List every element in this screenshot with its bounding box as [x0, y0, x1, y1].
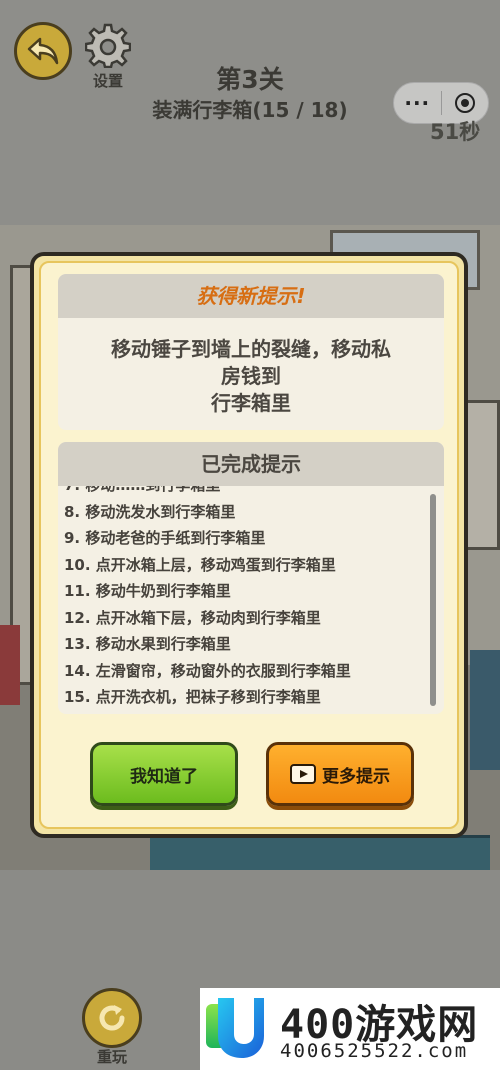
list-item: 7. 移动……到行李箱里: [58, 486, 426, 499]
settings-label: 设置: [92, 72, 123, 90]
more-dots-icon[interactable]: ···: [394, 91, 441, 115]
restart-icon: [99, 1005, 125, 1031]
list-item: 13. 移动水果到行李箱里: [64, 635, 231, 653]
restart-button[interactable]: 重玩: [80, 988, 144, 1067]
got-it-button[interactable]: 我知道了: [90, 742, 238, 806]
completed-hints-title: 已完成提示: [58, 442, 444, 486]
video-icon: [290, 764, 316, 784]
target-icon: [454, 93, 475, 113]
new-hint-text: 移动锤子到墙上的裂缝，移动私 房钱到 行李箱里: [58, 318, 444, 417]
list-item: 12. 点开冰箱下层，移动肉到行李箱里: [64, 608, 321, 627]
level-objective: 装满行李箱(15 / 18): [152, 98, 348, 122]
list-scrollbar[interactable]: [430, 494, 436, 706]
countdown-timer: 51秒: [430, 120, 481, 144]
hint-dialog: 获得新提示! 移动锤子到墙上的裂缝，移动私 房钱到 行李箱里 已完成提示 7. …: [30, 252, 468, 838]
restart-label: 重玩: [96, 1048, 127, 1066]
completed-hints-panel: 已完成提示 7. 移动……到行李箱里 8. 移动洗发水到行李箱里 9. 移动老爸…: [58, 442, 444, 714]
new-hint-line: 房钱到: [221, 364, 281, 388]
scene-suitcase-left: [0, 625, 20, 705]
back-arrow-icon: [27, 37, 59, 65]
scene-bench: [150, 835, 490, 870]
settings-button[interactable]: 设置: [80, 22, 136, 91]
list-item: 9. 移动老爸的手纸到行李箱里: [64, 529, 266, 547]
more-hints-button[interactable]: 更多提示: [266, 742, 414, 806]
list-item: 15. 点开洗衣机，把袜子移到行李箱里: [64, 688, 321, 706]
list-item: 14. 左滑窗帘，移动窗外的衣服到行李箱里: [64, 661, 351, 680]
brand-logo-icon: [206, 998, 264, 1058]
restart-circle: [82, 988, 142, 1048]
level-title: 第3关: [216, 65, 284, 94]
scrollbar-thumb[interactable]: [430, 494, 436, 706]
list-item: 8. 移动洗发水到行李箱里: [64, 502, 236, 521]
new-hint-line: 移动锤子到墙上的裂缝，移动私: [111, 337, 391, 361]
back-button[interactable]: [14, 22, 72, 80]
new-hint-panel: 获得新提示! 移动锤子到墙上的裂缝，移动私 房钱到 行李箱里: [58, 274, 444, 430]
more-hints-label: 更多提示: [322, 766, 390, 787]
close-target-button[interactable]: [441, 93, 488, 113]
list-item: 10. 点开冰箱上层，移动鸡蛋到行李箱里: [64, 555, 336, 574]
list-item: 11. 移动牛奶到行李箱里: [64, 582, 231, 600]
new-hint-line: 行李箱里: [211, 391, 291, 415]
scene-suitcase-right: [470, 650, 500, 770]
gear-icon: [84, 23, 132, 69]
site-watermark: 400游戏网 4006525522.com: [200, 988, 500, 1070]
watermark-url: 4006525522.com: [280, 1040, 469, 1062]
new-hint-title: 获得新提示!: [58, 274, 444, 318]
completed-hints-list[interactable]: 7. 移动……到行李箱里 8. 移动洗发水到行李箱里 9. 移动老爸的手纸到行李…: [58, 486, 426, 710]
